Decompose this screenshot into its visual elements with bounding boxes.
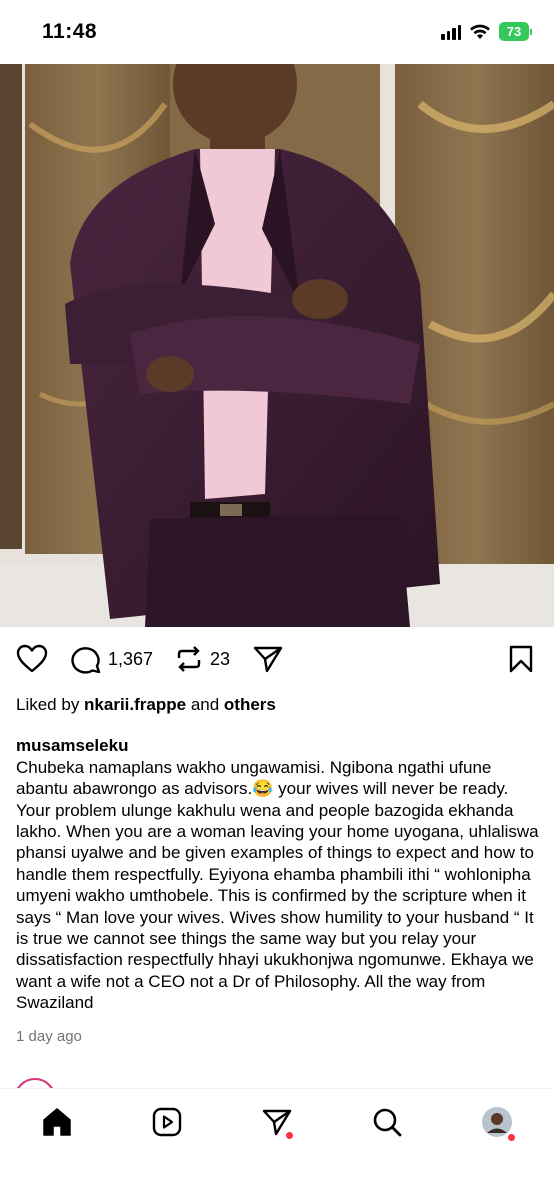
bookmark-icon	[509, 645, 533, 673]
save-button[interactable]	[508, 644, 534, 674]
comment-icon	[71, 647, 101, 674]
repost-count: 23	[210, 648, 231, 669]
search-icon	[373, 1108, 402, 1137]
post-actions: 1,367 23	[0, 636, 554, 684]
bottom-nav	[0, 1088, 554, 1200]
battery-nub	[530, 28, 532, 35]
send-icon	[253, 646, 283, 673]
profile-notification-dot	[508, 1134, 515, 1141]
liked-by: Liked by nkarii.frappe and others	[16, 695, 276, 715]
nav-search[interactable]	[370, 1105, 404, 1139]
nav-reels[interactable]	[150, 1105, 184, 1139]
nav-profile[interactable]	[480, 1105, 515, 1141]
post-caption: musamseleku Chubeka namaplans wakho unga…	[16, 714, 544, 1014]
liked-user-link[interactable]: nkarii.frappe	[84, 695, 186, 714]
signal-icon	[441, 24, 461, 40]
battery-icon: 73	[499, 22, 529, 41]
status-icons: 73	[441, 22, 532, 41]
nav-home[interactable]	[40, 1105, 74, 1139]
profile-avatar	[482, 1107, 512, 1137]
comment-button[interactable]: 1,367	[70, 644, 153, 674]
repost-button[interactable]: 23	[174, 644, 230, 674]
status-time: 11:48	[42, 20, 98, 43]
reels-icon	[152, 1107, 182, 1137]
post-image[interactable]	[0, 64, 554, 627]
liked-and: and	[186, 695, 224, 714]
post-timestamp: 1 day ago	[16, 1028, 82, 1045]
comment-count: 1,367	[108, 648, 154, 669]
wifi-icon	[470, 24, 490, 39]
liked-prefix: Liked by	[16, 695, 85, 714]
nav-direct[interactable]	[260, 1105, 294, 1139]
caption-username[interactable]: musamseleku	[16, 736, 128, 755]
home-icon	[43, 1108, 71, 1136]
like-button[interactable]	[16, 644, 48, 674]
liked-others-link[interactable]: others	[224, 695, 276, 714]
share-button[interactable]	[252, 644, 284, 674]
post-photo	[0, 64, 554, 627]
caption-text: Chubeka namaplans wakho ungawamisi. Ngib…	[16, 757, 539, 1013]
repost-icon	[177, 646, 201, 672]
status-bar: 11:48 73	[0, 0, 554, 64]
heart-icon	[16, 644, 48, 673]
direct-notification-dot	[286, 1132, 293, 1139]
